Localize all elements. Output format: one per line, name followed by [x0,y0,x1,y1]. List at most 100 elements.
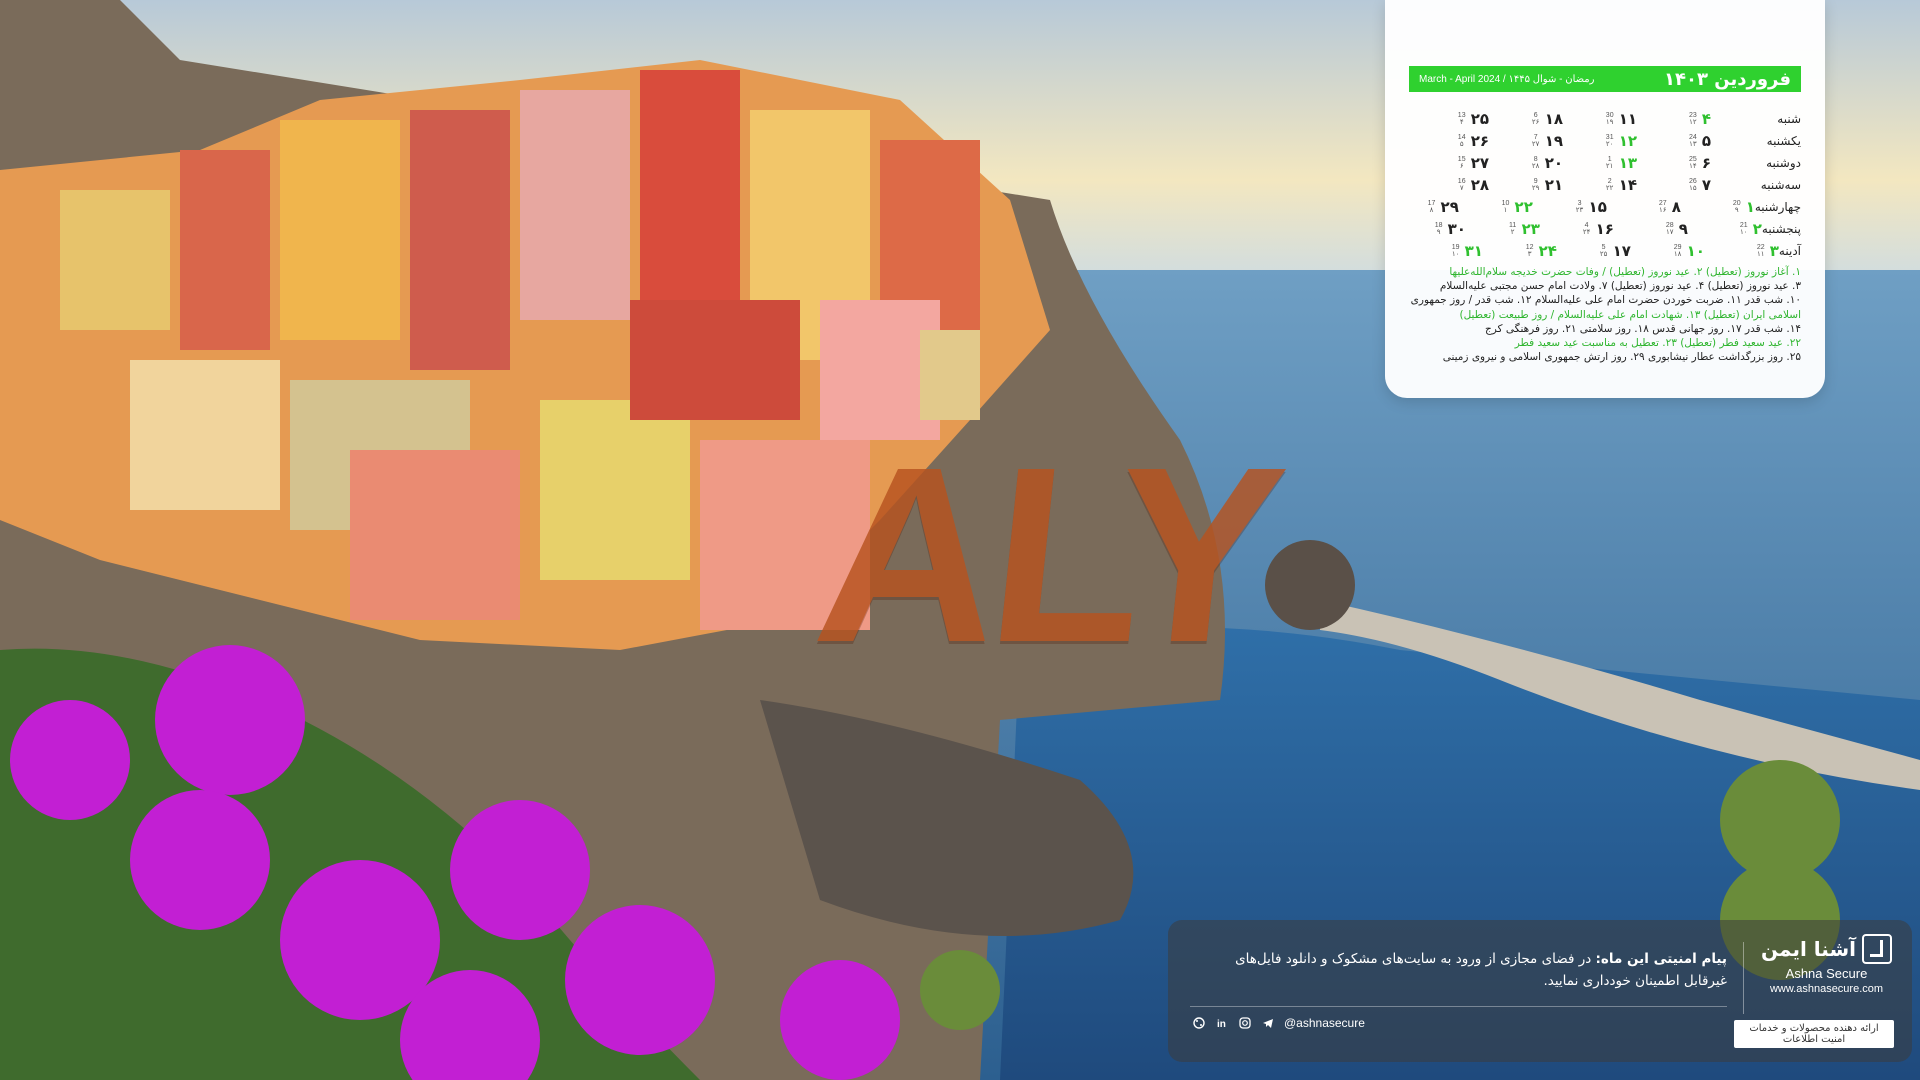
calendar-card: فروردین ۱۴۰۳ March - April 2024 / رمضان … [1385,0,1825,398]
day-number: ۸ [1671,198,1681,216]
instagram-icon[interactable] [1238,1017,1251,1030]
day-name: آدینه [1778,244,1801,258]
day-number: ۱۹ [1544,132,1563,150]
gregorian-date: 9 [1533,178,1538,185]
day-subdates: 9 ۲۹ [1530,178,1542,192]
hijri-date: ۱۳ [1689,141,1697,148]
hijri-date: ۱۷ [1665,229,1674,236]
hijri-date: ۹ [1734,207,1739,214]
calendar-row: یکشنبه ۵ 24 ۱۳ ۱۲ 31 ۲۰ ۱۹ 7 ۲۷ ۲۶ 14 ۵ [1409,130,1801,152]
gregorian-date: 30 [1605,112,1614,119]
hijri-date: ۸ [1429,207,1434,214]
day-name: پنجشنبه [1761,222,1801,236]
hijri-date: ۱۰ [1739,229,1748,236]
calendar-cells: ۴ 23 ۱۲ ۱۱ 30 ۱۹ ۱۸ 6 ۲۶ ۲۵ 13 ۴ [1409,110,1711,128]
day-subdates: 10 ۱ [1500,200,1512,214]
calendar-row: چهارشنبه ۱ 20 ۹ ۸ 27 ۱۶ ۱۵ 3 ۲۳ ۲۲ 10 ۱ ۲۹ 17 ۸ [1409,196,1801,218]
hijri-date: ۱۹ [1605,119,1614,126]
calendar-day-cell: ۳۰ 18 ۹ [1392,220,1466,238]
calendar-day-cell: ۱۰ 29 ۱۸ [1631,242,1705,260]
calendar-day-cell: ۲۱ 9 ۲۹ [1489,176,1563,194]
day-name: یکشنبه [1766,134,1801,148]
calendar-events: ۱. آغاز نوروز (تعطیل) ۲. عید نوروز (تعطی… [1409,265,1801,364]
gregorian-date: 7 [1533,134,1538,141]
calendar-day-cell: ۱۳ 1 ۲۱ [1563,154,1637,172]
calendar-cells: ۲ 21 ۱۰ ۹ 28 ۱۷ ۱۶ 4 ۲۴ ۲۳ 11 ۲ ۳۰ 18 ۹ [1392,220,1762,238]
gregorian-date: 26 [1688,178,1697,185]
linkedin-icon[interactable]: in [1215,1017,1228,1030]
hijri-date: ۲۱ [1605,163,1614,170]
gregorian-date: 17 [1427,200,1436,207]
brand-name-fa: آشنا ایمن [1761,937,1856,961]
gregorian-date: 13 [1457,112,1466,119]
day-name: چهارشنبه [1754,200,1801,214]
hijri-date: ۲۲ [1605,185,1614,192]
calendar-subtitle: March - April 2024 / رمضان - شوال ۱۴۴۵ [1419,73,1595,85]
day-name: سه‌شنبه [1760,178,1801,192]
hijri-date: ۱۵ [1689,185,1697,192]
gregorian-date: 2 [1607,178,1612,185]
day-subdates: 18 ۹ [1433,222,1445,236]
calendar-day-cell: ۱۹ 7 ۲۷ [1489,132,1563,150]
social-handle[interactable]: @ashnasecure [1284,1016,1365,1030]
calendar-event: ۱. آغاز نوروز (تعطیل) ۲. عید نوروز (تعطی… [1449,266,1801,278]
calendar-day-cell: ۱۱ 30 ۱۹ [1563,110,1637,128]
day-subdates: 2 ۲۲ [1604,178,1616,192]
day-number: ۷ [1701,176,1711,194]
hijri-date: ۲۶ [1531,119,1540,126]
day-subdates: 4 ۲۴ [1581,222,1593,236]
calendar-row: آدینه ۳ 22 ۱۱ ۱۰ 29 ۱۸ ۱۷ 5 ۲۵ ۲۴ 12 ۳ ۳۱ 19 ۱۰ [1409,240,1801,262]
hijri-date: ۱۸ [1673,251,1682,258]
day-number: ۲۴ [1538,242,1557,260]
aparat-icon[interactable] [1192,1017,1205,1030]
gregorian-date: 8 [1533,156,1538,163]
calendar-day-cell: ۲۴ 12 ۳ [1483,242,1557,260]
day-number: ۵ [1701,132,1711,150]
day-number: ۲۲ [1514,198,1533,216]
day-subdates: 26 ۱۵ [1687,178,1699,192]
calendar-day-cell: ۱۶ 4 ۲۴ [1540,220,1614,238]
hijri-date: ۲۹ [1531,185,1540,192]
overlay-word: ALY [805,415,1288,694]
day-subdates: 19 ۱۰ [1450,244,1462,258]
calendar-event: ۱۰. شب قدر ۱۱. ضربت خوردن حضرت امام علی … [1410,294,1801,307]
gregorian-date: 12 [1525,244,1534,251]
day-number: ۱۸ [1544,110,1563,128]
hijri-date: ۱۰ [1451,251,1460,258]
calendar-day-cell: ۲۰ 8 ۲۸ [1489,154,1563,172]
brand-name-en: Ashna Secure [1785,966,1868,981]
ashna-logo-icon [1861,934,1892,964]
day-subdates: 7 ۲۷ [1530,134,1542,148]
day-number: ۱۰ [1686,242,1705,260]
calendar-day-cell: ۲۳ 11 ۲ [1466,220,1540,238]
calendar-day-cell: ۱۸ 6 ۲۶ [1489,110,1563,128]
brand-divider [1743,942,1744,1014]
calendar-row: شنبه ۴ 23 ۱۲ ۱۱ 30 ۱۹ ۱۸ 6 ۲۶ ۲۵ 13 ۴ [1409,108,1801,130]
hijri-date: ۲ [1510,229,1515,236]
hijri-date: ۲۳ [1575,207,1584,214]
hijri-date: ۲۷ [1531,141,1540,148]
day-number: ۳۱ [1464,242,1483,260]
day-subdates: 8 ۲۸ [1530,156,1542,170]
calendar-day-cell: ۱ 20 ۹ [1681,198,1755,216]
brand-block[interactable]: آشنا ایمن Ashna Secure www.ashnasecure.c… [1759,934,1894,995]
calendar-day-cell: ۵ 24 ۱۳ [1637,132,1711,150]
calendar-header: فروردین ۱۴۰۳ March - April 2024 / رمضان … [1409,66,1801,92]
day-subdates: 17 ۸ [1426,200,1438,214]
security-message-title: پیام امنیتی این ماه: [1595,951,1727,967]
gregorian-date: 31 [1605,134,1614,141]
brand-tagline: ارائه دهنده محصولات و خدمات امنیت اطلاعا… [1734,1020,1894,1048]
day-subdates: 13 ۴ [1456,112,1468,126]
day-number: ۱۴ [1618,176,1637,194]
hijri-date: ۱۴ [1689,163,1697,170]
day-subdates: 24 ۱۳ [1687,134,1699,148]
day-number: ۲۶ [1470,132,1489,150]
day-number: ۱۱ [1618,110,1637,128]
calendar-day-cell: ۳۱ 19 ۱۰ [1409,242,1483,260]
day-number: ۲۹ [1440,198,1459,216]
day-subdates: 22 ۱۱ [1755,244,1767,258]
gregorian-date: 6 [1533,112,1538,119]
security-banner: آشنا ایمن Ashna Secure www.ashnasecure.c… [1168,920,1912,1062]
telegram-icon[interactable] [1261,1017,1274,1030]
day-number: ۱۵ [1588,198,1607,216]
